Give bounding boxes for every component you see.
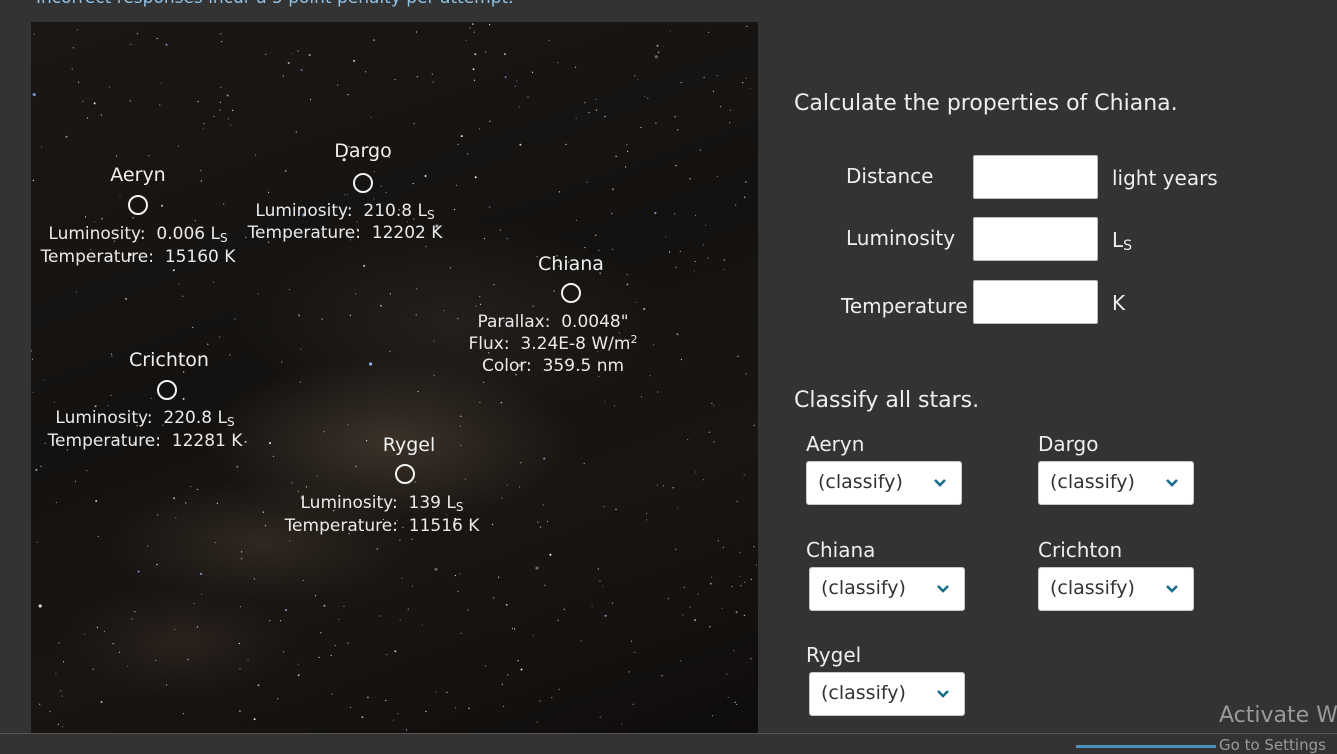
star-name-chiana: Chiana (538, 253, 604, 275)
classify-label-rygel: Rygel (806, 643, 862, 667)
chevron-down-icon (937, 690, 949, 698)
temperature-input[interactable] (973, 280, 1098, 324)
distance-input[interactable] (973, 155, 1098, 199)
classify-select-crichton-value: (classify) (1050, 577, 1135, 599)
dargo-temperature: Temperature: 12202 K (247, 223, 443, 243)
distance-unit: light years (1112, 166, 1218, 190)
star-name-aeryn: Aeryn (110, 164, 166, 186)
classify-select-aeryn-value: (classify) (818, 471, 903, 493)
dargo-luminosity: Luminosity: 210.8 LS (255, 201, 435, 222)
chiana-marker-icon[interactable] (561, 283, 581, 303)
activate-watermark-title: Activate W (1219, 703, 1337, 728)
chevron-down-icon (1166, 585, 1178, 593)
star-name-rygel: Rygel (382, 434, 436, 456)
star-field-image: Aeryn Luminosity: 0.006 LS Temperature: … (31, 22, 758, 733)
classify-select-chiana-value: (classify) (821, 577, 906, 599)
temperature-unit: K (1112, 291, 1126, 315)
chiana-parallax: Parallax: 0.0048" (477, 312, 629, 332)
classify-select-rygel[interactable]: (classify) (809, 672, 965, 716)
distance-label: Distance (846, 164, 934, 188)
crichton-marker-icon[interactable] (157, 380, 177, 400)
classify-select-chiana[interactable]: (classify) (809, 567, 965, 611)
temperature-label: Temperature (841, 294, 968, 318)
chiana-flux: Flux: 3.24E-8 W/m2 (468, 333, 638, 354)
crichton-luminosity: Luminosity: 220.8 LS (55, 408, 235, 429)
properties-heading: Calculate the properties of Chiana. (794, 91, 1178, 116)
classify-select-dargo-value: (classify) (1050, 471, 1135, 493)
aeryn-temperature: Temperature: 15160 K (40, 247, 236, 267)
footer-accent-bar (1076, 745, 1216, 748)
luminosity-unit: LS (1112, 228, 1133, 254)
luminosity-input[interactable] (973, 217, 1098, 261)
star-name-crichton: Crichton (129, 349, 209, 371)
dargo-marker-icon[interactable] (353, 173, 373, 193)
chevron-down-icon (1166, 479, 1178, 487)
rygel-luminosity: Luminosity: 139 LS (300, 493, 464, 514)
penalty-notice: Incorrect responses incur a 5 point pena… (36, 0, 514, 8)
classify-label-dargo: Dargo (1038, 432, 1099, 456)
crichton-temperature: Temperature: 12281 K (47, 431, 243, 451)
star-field-background (31, 23, 758, 731)
chevron-down-icon (937, 585, 949, 593)
rygel-temperature: Temperature: 11516 K (284, 516, 480, 536)
classify-select-rygel-value: (classify) (821, 682, 906, 704)
activate-watermark-subtitle: Go to Settings (1219, 736, 1326, 754)
rygel-marker-icon[interactable] (395, 464, 415, 484)
chevron-down-icon (934, 479, 946, 487)
aeryn-luminosity: Luminosity: 0.006 LS (48, 224, 228, 245)
luminosity-label: Luminosity (846, 226, 956, 250)
classify-heading: Classify all stars. (794, 388, 980, 413)
footer-divider (0, 733, 1337, 734)
chiana-color: Color: 359.5 nm (481, 356, 625, 376)
classify-label-crichton: Crichton (1038, 538, 1123, 562)
star-name-dargo: Dargo (334, 140, 392, 162)
classify-select-crichton[interactable]: (classify) (1038, 567, 1194, 611)
aeryn-marker-icon[interactable] (128, 195, 148, 215)
classify-select-aeryn[interactable]: (classify) (806, 461, 962, 505)
classify-select-dargo[interactable]: (classify) (1038, 461, 1194, 505)
classify-label-chiana: Chiana (806, 538, 876, 562)
classify-label-aeryn: Aeryn (806, 432, 865, 456)
